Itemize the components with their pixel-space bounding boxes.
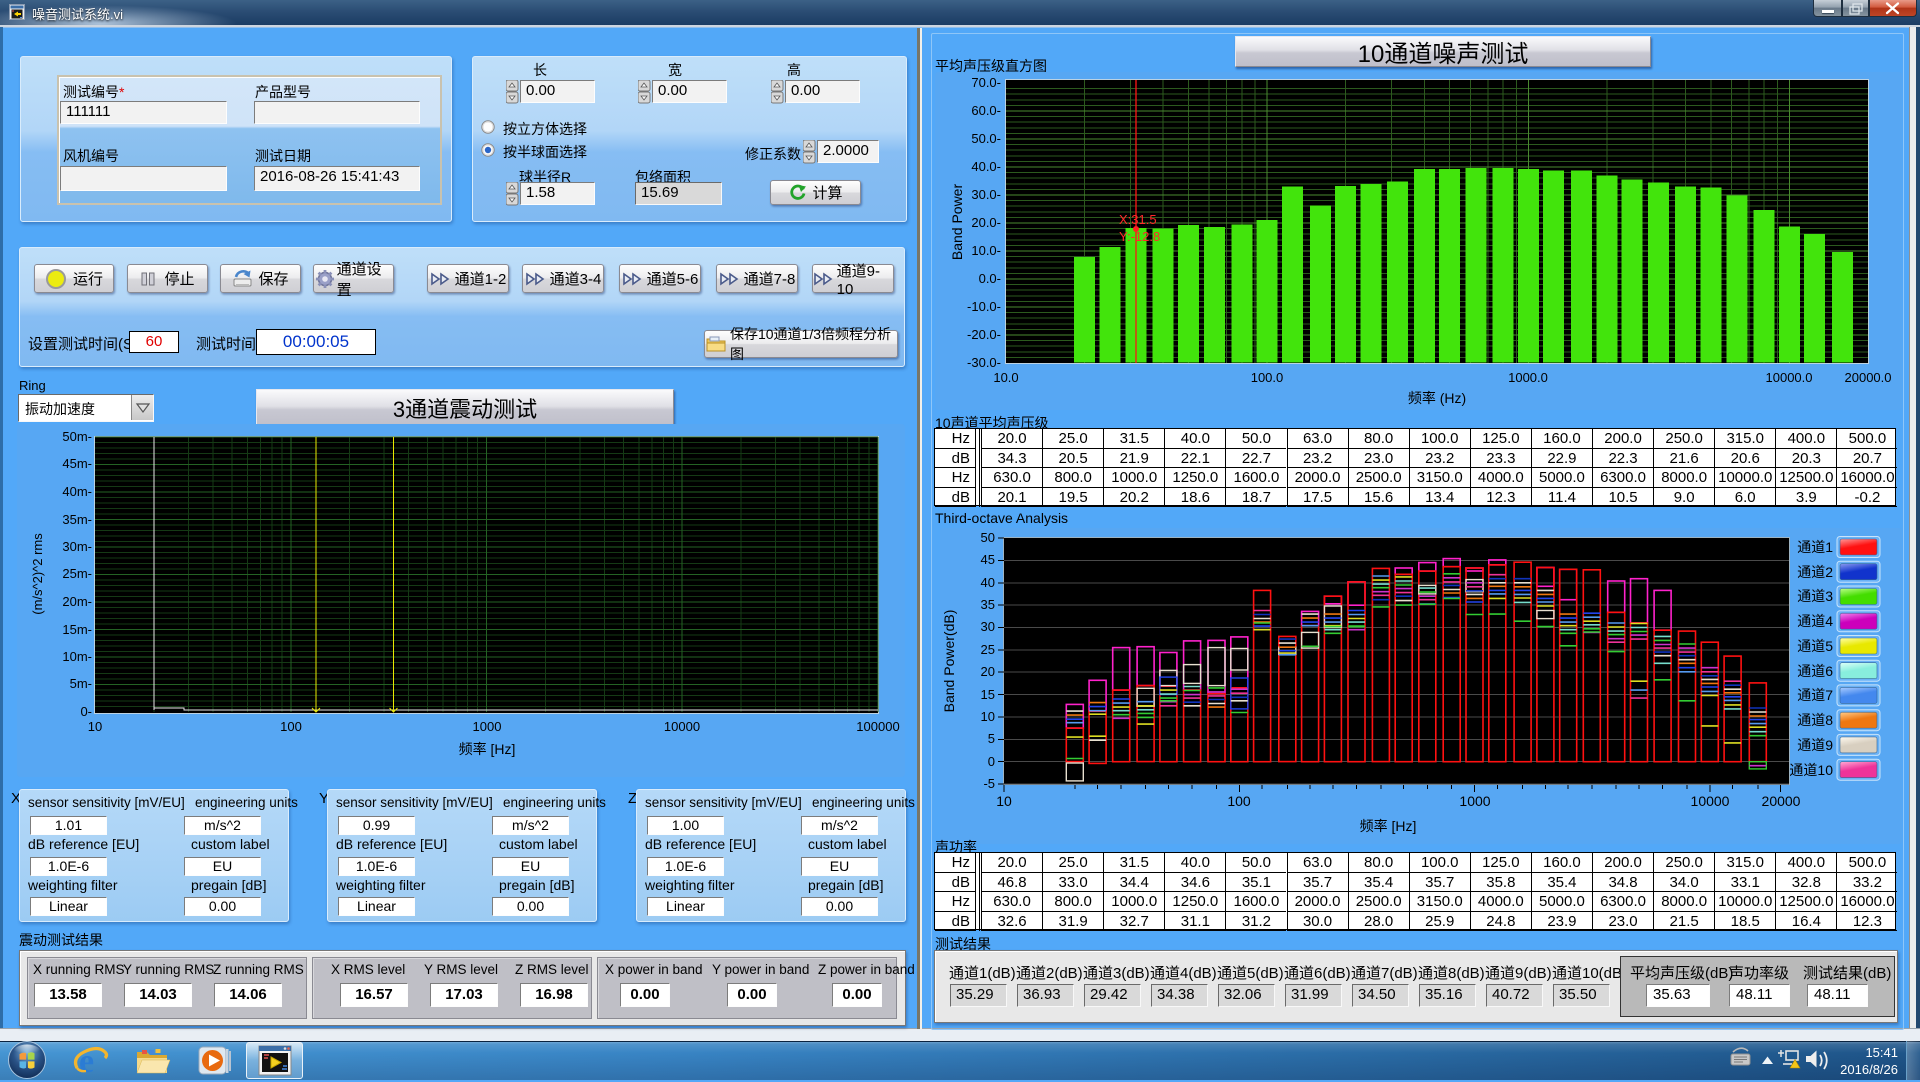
svg-text:40.0-: 40.0- — [971, 159, 1001, 174]
svg-text:70.0-: 70.0- — [971, 75, 1001, 90]
svg-text:1000: 1000 — [1459, 793, 1490, 809]
svg-text:25: 25 — [981, 642, 995, 657]
svg-text:20m-: 20m- — [62, 594, 92, 609]
svg-text:100000: 100000 — [856, 719, 899, 734]
svg-text:15: 15 — [981, 687, 995, 702]
svg-text:频率 (Hz): 频率 (Hz) — [1408, 390, 1466, 406]
svg-text:20.0-: 20.0- — [971, 215, 1001, 230]
svg-text:通道3: 通道3 — [1797, 588, 1833, 604]
svg-text:10m-: 10m- — [62, 649, 92, 664]
svg-text:10: 10 — [88, 719, 102, 734]
svg-text:1000.0: 1000.0 — [1508, 370, 1548, 385]
svg-text:100: 100 — [280, 719, 302, 734]
svg-text:1000: 1000 — [473, 719, 502, 734]
svg-text:40: 40 — [981, 575, 995, 590]
svg-text:30: 30 — [981, 619, 995, 634]
svg-text:0: 0 — [988, 754, 995, 769]
svg-text:通道2: 通道2 — [1797, 564, 1833, 580]
svg-text:10000.0: 10000.0 — [1766, 370, 1813, 385]
svg-text:通道4: 通道4 — [1797, 613, 1833, 629]
svg-text:10: 10 — [996, 793, 1012, 809]
svg-text:35m-: 35m- — [62, 512, 92, 527]
svg-text:0-: 0- — [80, 704, 92, 719]
svg-text:频率 [Hz]: 频率 [Hz] — [459, 741, 516, 757]
svg-text:-5: -5 — [983, 776, 995, 791]
svg-text:20: 20 — [981, 664, 995, 679]
svg-text:50: 50 — [981, 530, 995, 545]
svg-text:45m-: 45m- — [62, 456, 92, 471]
svg-text:20000: 20000 — [1762, 793, 1801, 809]
svg-text:(m/s^2)^2 rms: (m/s^2)^2 rms — [30, 533, 45, 615]
svg-text:10.0-: 10.0- — [971, 243, 1001, 258]
svg-text:Y:-12.8: Y:-12.8 — [1119, 229, 1160, 244]
svg-text:30.0-: 30.0- — [971, 187, 1001, 202]
svg-text:60.0-: 60.0- — [971, 103, 1001, 118]
svg-text:Band Power: Band Power — [949, 184, 965, 261]
svg-text:通道9: 通道9 — [1797, 737, 1833, 753]
svg-text:-10.0-: -10.0- — [967, 299, 1001, 314]
svg-text:100: 100 — [1227, 793, 1251, 809]
svg-text:50m-: 50m- — [62, 429, 92, 444]
svg-text:30m-: 30m- — [62, 539, 92, 554]
svg-text:20000.0: 20000.0 — [1845, 370, 1892, 385]
svg-text:通道7: 通道7 — [1797, 687, 1833, 703]
svg-text:5m-: 5m- — [70, 676, 92, 691]
svg-text:35: 35 — [981, 597, 995, 612]
svg-text:-20.0-: -20.0- — [967, 327, 1001, 342]
svg-text:通道8: 通道8 — [1797, 712, 1833, 728]
svg-text:50.0-: 50.0- — [971, 131, 1001, 146]
svg-text:频率 [Hz]: 频率 [Hz] — [1360, 818, 1417, 834]
svg-text:10000: 10000 — [1691, 793, 1730, 809]
svg-text:5: 5 — [988, 731, 995, 746]
svg-text:通道1: 通道1 — [1797, 539, 1833, 555]
svg-text:45: 45 — [981, 552, 995, 567]
svg-text:Band Power(dB): Band Power(dB) — [941, 610, 957, 713]
svg-text:X:31.5: X:31.5 — [1119, 212, 1157, 227]
svg-text:100.0: 100.0 — [1251, 370, 1284, 385]
svg-text:25m-: 25m- — [62, 566, 92, 581]
svg-text:10000: 10000 — [664, 719, 700, 734]
svg-text:-30.0-: -30.0- — [967, 355, 1001, 370]
svg-text:通道10: 通道10 — [1789, 762, 1833, 778]
svg-text:通道5: 通道5 — [1797, 638, 1833, 654]
svg-text:10: 10 — [981, 709, 995, 724]
svg-text:40m-: 40m- — [62, 484, 92, 499]
svg-text:通道6: 通道6 — [1797, 663, 1833, 679]
svg-text:0.0-: 0.0- — [979, 271, 1001, 286]
svg-text:10.0: 10.0 — [993, 370, 1018, 385]
svg-text:15m-: 15m- — [62, 622, 92, 637]
